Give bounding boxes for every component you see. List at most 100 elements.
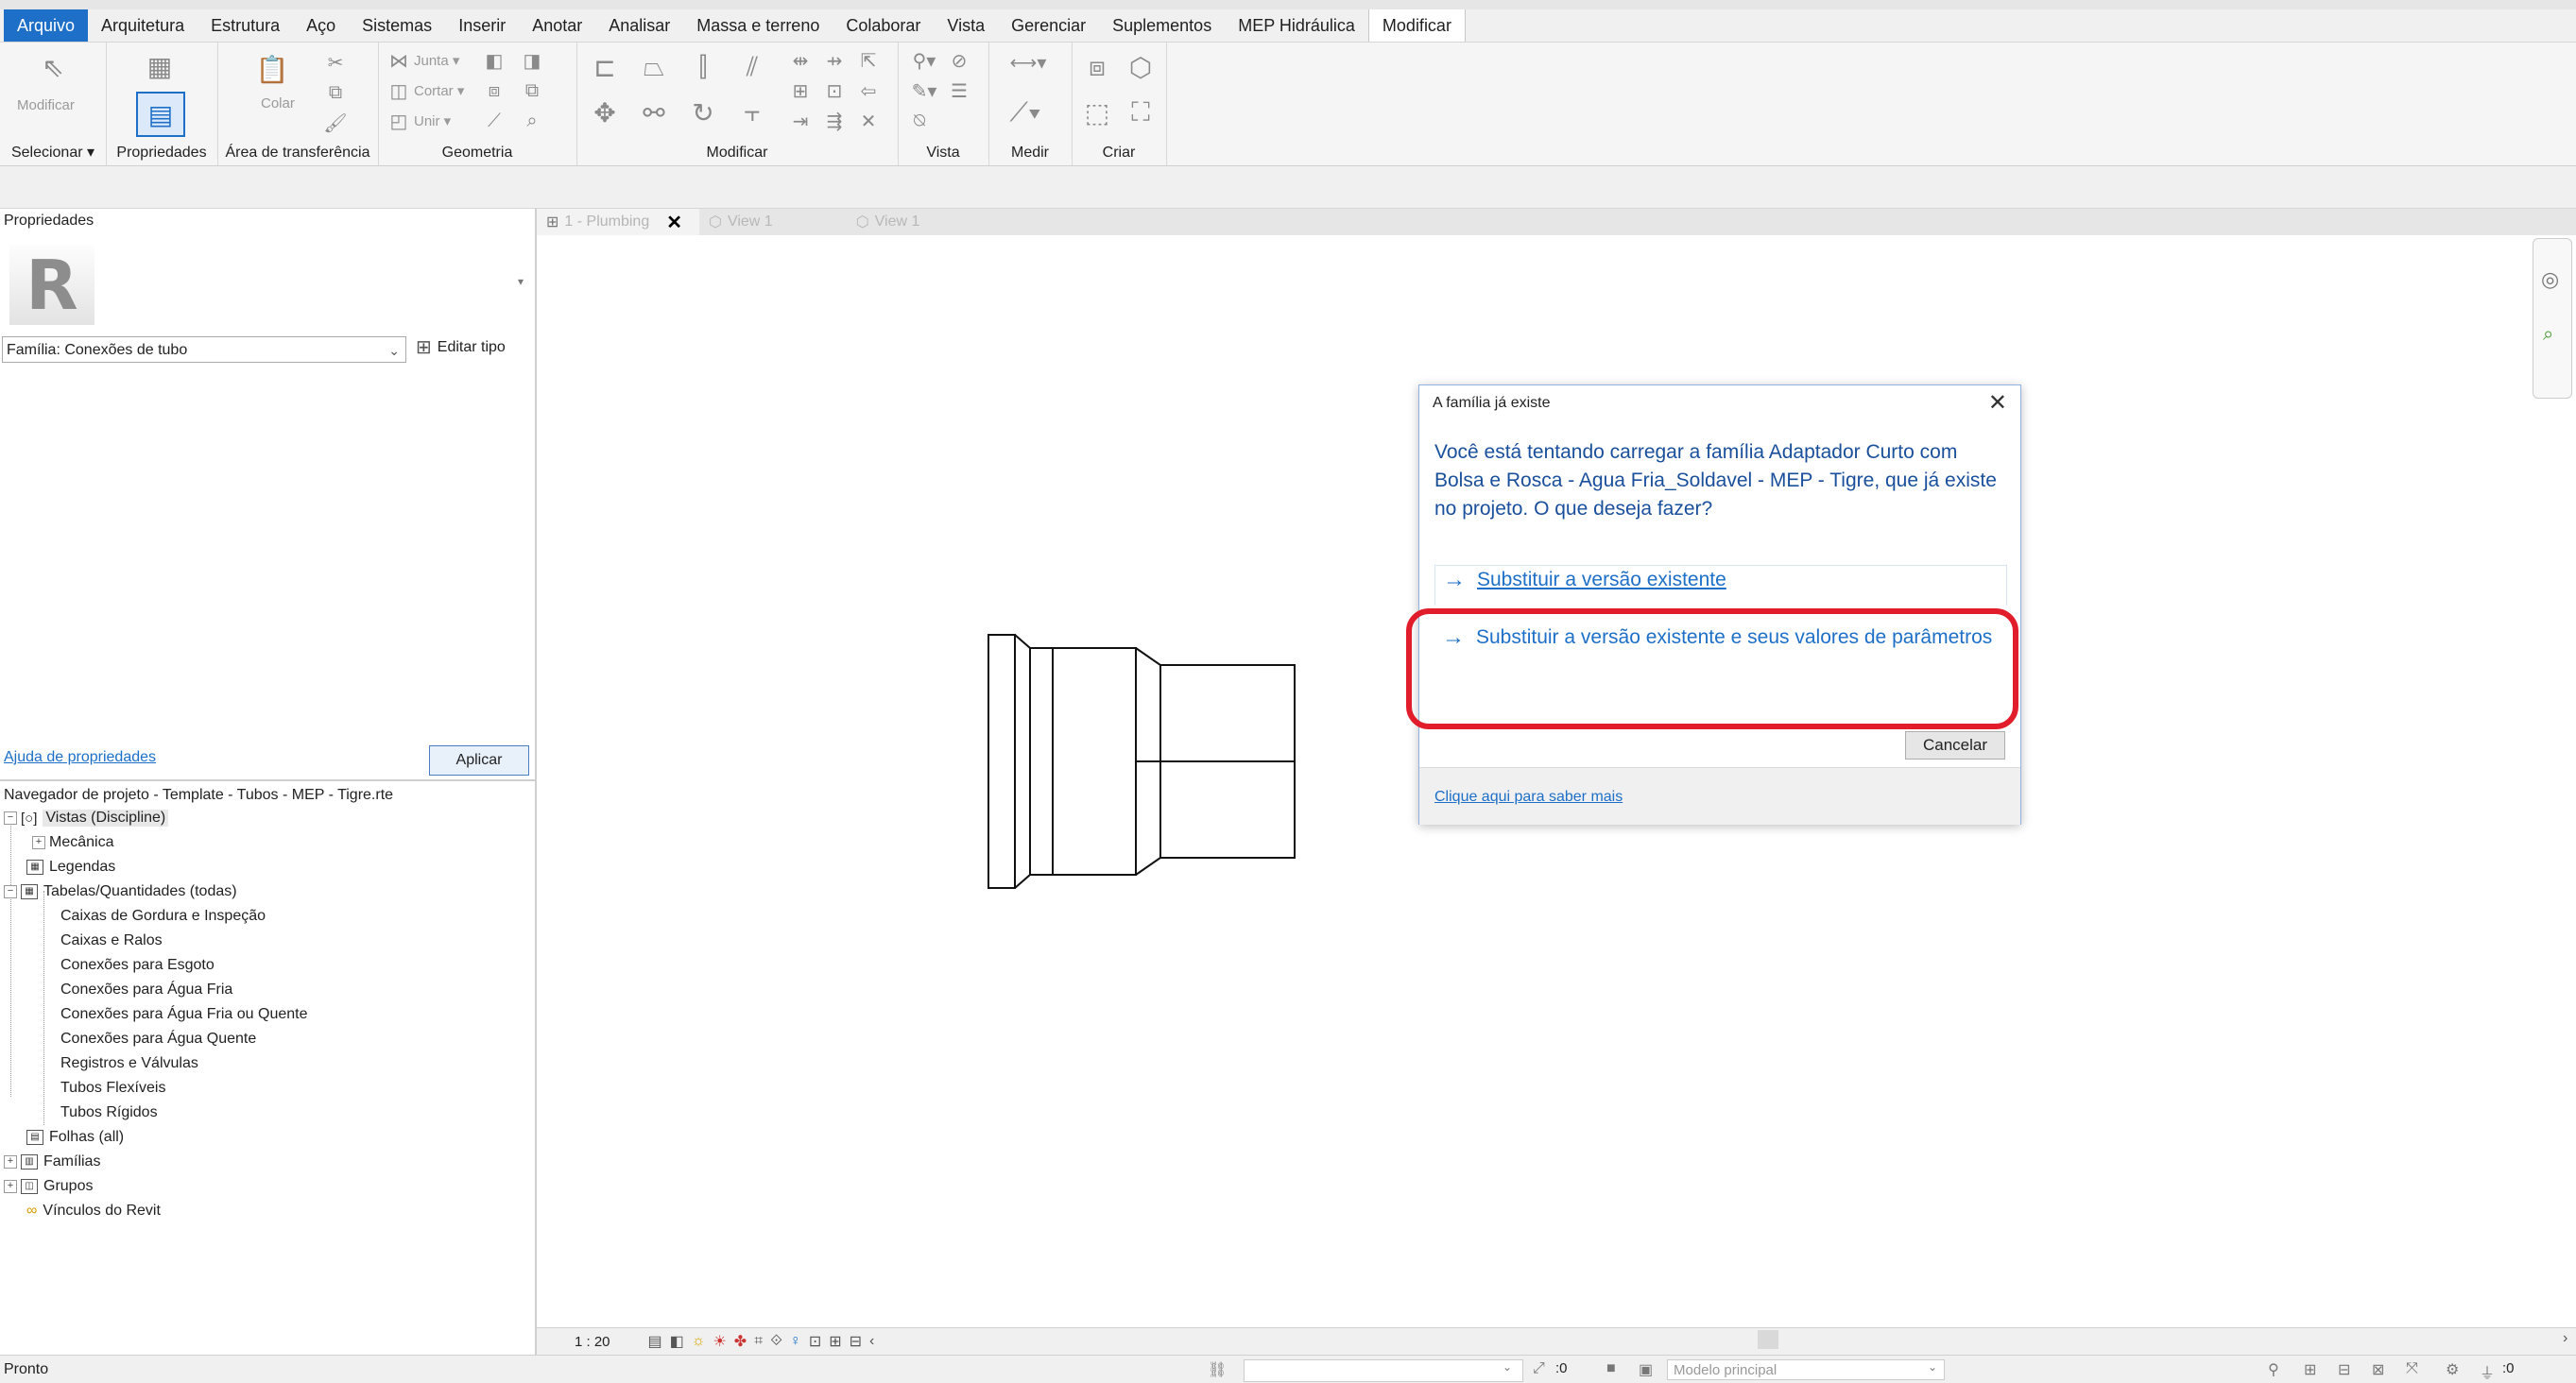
reveal-hidden-icon[interactable]: ⊡	[809, 1332, 821, 1351]
close-icon[interactable]: ✕	[666, 211, 682, 234]
geometry-tool-5-icon[interactable]: ⟋	[482, 109, 507, 133]
aligned-dimension-icon[interactable]: ⟋▾	[1002, 92, 1049, 133]
geometry-tool-2-icon[interactable]: ◨	[520, 48, 544, 73]
match-properties-icon[interactable]: 🖌	[321, 109, 350, 137]
learn-more-link[interactable]: Clique aqui para saber mais	[1434, 789, 1623, 806]
crop-view-icon[interactable]: ⌗	[754, 1333, 763, 1350]
tree-item-vinculos[interactable]: ∞ Vínculos do Revit	[26, 1203, 161, 1220]
tree-item-schedule[interactable]: Caixas de Gordura e Inspeção	[60, 908, 266, 925]
align-icon[interactable]: ⊏	[584, 46, 626, 88]
analytical-model-icon[interactable]: ⊞	[829, 1332, 841, 1351]
pin-icon[interactable]: ⇦	[854, 77, 883, 105]
menu-mep-hidraulica[interactable]: MEP Hidráulica	[1225, 9, 1368, 42]
workset-combo[interactable]	[1244, 1359, 1523, 1382]
visual-style-icon[interactable]: ◧	[670, 1332, 684, 1351]
trim-multiple-icon[interactable]: ⇶	[820, 107, 849, 135]
create-similar-icon[interactable]: ⛶	[1119, 92, 1162, 133]
move-icon[interactable]: ✥	[584, 92, 626, 133]
create-assembly-icon[interactable]: ⧈	[1075, 46, 1119, 88]
collapse-icon[interactable]: −	[4, 811, 17, 825]
tab-plumbing[interactable]: ⊞ 1 - Plumbing ✕	[537, 209, 699, 235]
geometry-tool-4-icon[interactable]: ⧉	[520, 78, 544, 103]
drag-elements-icon[interactable]: ⤧	[2406, 1360, 2418, 1377]
cancel-button[interactable]: Cancelar	[1905, 731, 2005, 760]
geometry-tool-3-icon[interactable]: ⧈	[482, 78, 507, 103]
unpin-icon[interactable]: ⇱	[854, 46, 883, 75]
hide-icon[interactable]: ☰	[945, 77, 973, 105]
tree-item-schedule[interactable]: Tubos Rígidos	[60, 1104, 158, 1121]
properties-icon[interactable]: ▤	[136, 92, 185, 137]
tree-item-legendas[interactable]: ▦ Legendas	[26, 859, 115, 876]
tree-item-vistas[interactable]: − [○] Vistas (Discipline)	[4, 810, 169, 827]
tree-item-schedule[interactable]: Conexões para Água Fria	[60, 982, 232, 999]
select-pinned-icon[interactable]: ⊟	[2338, 1360, 2350, 1379]
expand-icon[interactable]: +	[4, 1180, 17, 1193]
cursor-icon[interactable]: ⇖	[36, 50, 70, 84]
background-processes-icon[interactable]: ⚙	[2446, 1360, 2459, 1379]
array-icon[interactable]: ⊞	[786, 77, 815, 105]
detail-level-icon[interactable]: ▤	[648, 1332, 662, 1351]
menu-inserir[interactable]: Inserir	[445, 9, 519, 42]
rotate-icon[interactable]: ↻	[682, 92, 724, 133]
join-icon[interactable]: ⋈	[387, 48, 410, 73]
editable-only-icon[interactable]: ⤢	[1533, 1360, 1545, 1377]
constraints-icon[interactable]: ⊟	[850, 1332, 862, 1351]
delete-icon[interactable]: ✕	[854, 107, 883, 135]
navigation-bar[interactable]: ◎ ⌕	[2533, 238, 2572, 399]
design-options-icon[interactable]: ■	[1606, 1360, 1616, 1377]
tree-item-schedule[interactable]: Conexões para Esgoto	[60, 957, 215, 974]
select-underlay-icon[interactable]: ⊞	[2304, 1360, 2316, 1379]
tree-item-mecanica[interactable]: + Mecânica	[32, 834, 113, 851]
menu-massa-terreno[interactable]: Massa e terreno	[683, 9, 833, 42]
geometry-tool-1-icon[interactable]: ◧	[482, 48, 507, 73]
paint-icon[interactable]: ✎▾	[905, 77, 943, 105]
cut-geometry-icon[interactable]: ◫	[387, 78, 410, 103]
mirror-draw-icon[interactable]: ⫽	[731, 46, 773, 88]
overwrite-existing-option[interactable]: → Substituir a versão existente	[1434, 565, 2007, 606]
override-graphics-icon[interactable]: ⚲▾	[905, 46, 943, 75]
horizontal-scrollbar-thumb[interactable]	[1758, 1330, 1778, 1349]
close-icon[interactable]: ✕	[1988, 389, 2007, 417]
paste-icon[interactable]: 📋	[251, 48, 293, 90]
collapse-arrow-icon[interactable]: ‹	[869, 1333, 874, 1350]
worksets-icon[interactable]: ⛓	[1208, 1360, 1227, 1379]
family-select[interactable]: Família: Conexões de tubo ⌄	[2, 336, 406, 363]
split-icon[interactable]: ⇹	[786, 46, 815, 75]
split-gap-icon[interactable]: ⇸	[820, 46, 849, 75]
scale-icon[interactable]: ⊡	[820, 77, 849, 105]
menu-sistemas[interactable]: Sistemas	[349, 9, 445, 42]
cut-clip-icon[interactable]: ✂	[321, 48, 350, 77]
menu-modificar[interactable]: Modificar	[1367, 9, 1466, 42]
menu-anotar[interactable]: Anotar	[519, 9, 595, 42]
menu-colaborar[interactable]: Colaborar	[833, 9, 934, 42]
menu-aco[interactable]: Aço	[293, 9, 349, 42]
geometry-tool-6-icon[interactable]: ⌕	[520, 109, 544, 133]
menu-suplementos[interactable]: Suplementos	[1099, 9, 1225, 42]
tree-item-grupos[interactable]: + ◫ Grupos	[4, 1178, 93, 1195]
tab-view-1[interactable]: ⬡ View 1	[699, 213, 790, 231]
create-parts-icon[interactable]: ⬡	[1119, 46, 1162, 88]
rendering-icon[interactable]: ✤	[734, 1332, 747, 1351]
zoom-icon[interactable]: ⌕	[2543, 324, 2553, 346]
tree-item-schedule[interactable]: Caixas e Ralos	[60, 932, 163, 949]
filter-icon[interactable]: ⍉	[905, 107, 934, 135]
menu-vista[interactable]: Vista	[934, 9, 998, 42]
edit-type-button[interactable]: ⊞ Editar tipo	[416, 335, 506, 359]
design-option-combo[interactable]: Modelo principal	[1667, 1359, 1945, 1380]
create-group-icon[interactable]: ⬚	[1075, 92, 1119, 133]
tree-item-tabelas[interactable]: − ▦ Tabelas/Quantidades (todas)	[4, 883, 237, 900]
sun-path-icon[interactable]: ☼	[692, 1333, 706, 1350]
tree-item-folhas[interactable]: ▤ Folhas (all)	[26, 1129, 124, 1146]
tree-item-schedule[interactable]: Conexões para Água Fria ou Quente	[60, 1006, 308, 1023]
view-scale[interactable]: 1 : 20	[575, 1334, 610, 1350]
tree-item-schedule[interactable]: Tubos Flexíveis	[60, 1080, 165, 1097]
collapse-icon[interactable]: −	[4, 885, 17, 898]
scroll-right-icon[interactable]: ›	[2563, 1330, 2567, 1347]
expand-icon[interactable]: +	[4, 1155, 17, 1169]
select-dropdown[interactable]: Selecionar ▾	[0, 143, 106, 162]
apply-button[interactable]: Aplicar	[429, 745, 529, 776]
expand-icon[interactable]: +	[32, 836, 45, 849]
tree-item-schedule[interactable]: Conexões para Água Quente	[60, 1031, 256, 1048]
shadows-icon[interactable]: ☀	[713, 1332, 726, 1351]
temporary-hide-icon[interactable]: ♀	[790, 1333, 801, 1350]
